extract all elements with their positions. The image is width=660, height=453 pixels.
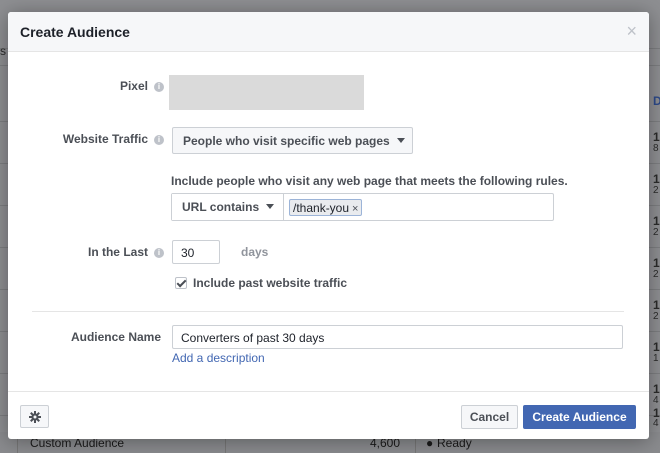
add-description-link[interactable]: Add a description xyxy=(172,351,265,365)
info-icon: i xyxy=(154,135,164,145)
url-token-text: /thank-you xyxy=(293,201,350,215)
bg-cell: 4 xyxy=(653,395,659,406)
in-the-last-label: In the Last xyxy=(87,245,148,259)
bg-cell: 1 xyxy=(653,382,660,396)
dialog-header: Create Audience × xyxy=(8,12,649,52)
bg-cell: 2 xyxy=(653,227,659,238)
bg-cell: 1 xyxy=(653,172,660,186)
cancel-button[interactable]: Cancel xyxy=(461,405,518,429)
website-traffic-dropdown[interactable]: People who visit specific web pages xyxy=(172,127,413,154)
include-past-checkbox[interactable] xyxy=(175,277,187,289)
bg-cell: 1 xyxy=(653,353,659,364)
pixel-selector[interactable] xyxy=(169,75,364,110)
bg-edge-letter: s xyxy=(0,44,6,58)
bg-cell: 1 xyxy=(653,256,660,270)
audience-name-label: Audience Name xyxy=(70,330,161,344)
bg-cell: 1 xyxy=(653,298,660,312)
bg-cell: 4 xyxy=(653,418,659,429)
website-traffic-label-row: Website Traffic i xyxy=(8,132,164,146)
in-the-last-label-row: In the Last i xyxy=(8,245,164,259)
audience-name-input[interactable]: Converters of past 30 days xyxy=(172,325,623,349)
create-audience-dialog: Create Audience × Pixel i Website Traffic… xyxy=(8,12,649,439)
remove-token-icon[interactable]: × xyxy=(352,203,358,215)
website-traffic-label: Website Traffic xyxy=(62,132,148,146)
days-unit: days xyxy=(241,245,269,259)
close-icon[interactable]: × xyxy=(626,22,637,40)
bg-cell: 2 xyxy=(653,185,659,196)
include-past-label[interactable]: Include past website traffic xyxy=(193,276,347,290)
settings-button[interactable] xyxy=(20,405,49,428)
info-icon: i xyxy=(154,82,164,92)
bg-cell: 2 xyxy=(653,311,659,322)
pixel-label-row: Pixel i xyxy=(8,79,164,93)
dialog-title: Create Audience xyxy=(20,24,130,40)
bg-cell: 1 xyxy=(653,340,660,354)
bg-column-header: D xyxy=(653,94,660,108)
url-operator-value: URL contains xyxy=(182,200,260,214)
section-divider xyxy=(32,311,624,312)
create-audience-button[interactable]: Create Audience xyxy=(523,405,636,429)
url-operator-dropdown[interactable]: URL contains xyxy=(172,194,284,220)
footer-divider xyxy=(8,391,649,392)
rules-description: Include people who visit any web page th… xyxy=(171,174,568,188)
url-token: /thank-you × xyxy=(289,199,363,216)
days-input[interactable]: 30 xyxy=(172,240,220,264)
bg-cell: 1 xyxy=(653,214,660,228)
gear-icon xyxy=(29,411,41,423)
pixel-label: Pixel xyxy=(119,79,148,93)
bg-cell: 2 xyxy=(653,269,659,280)
bg-cell: 8 xyxy=(653,143,659,154)
chevron-down-icon xyxy=(396,138,405,143)
chevron-down-icon xyxy=(266,204,275,209)
url-rule-group: URL contains /thank-you × xyxy=(171,193,554,221)
info-icon: i xyxy=(154,248,164,258)
website-traffic-value: People who visit specific web pages xyxy=(183,134,390,148)
bg-cell: 1 xyxy=(653,130,660,144)
